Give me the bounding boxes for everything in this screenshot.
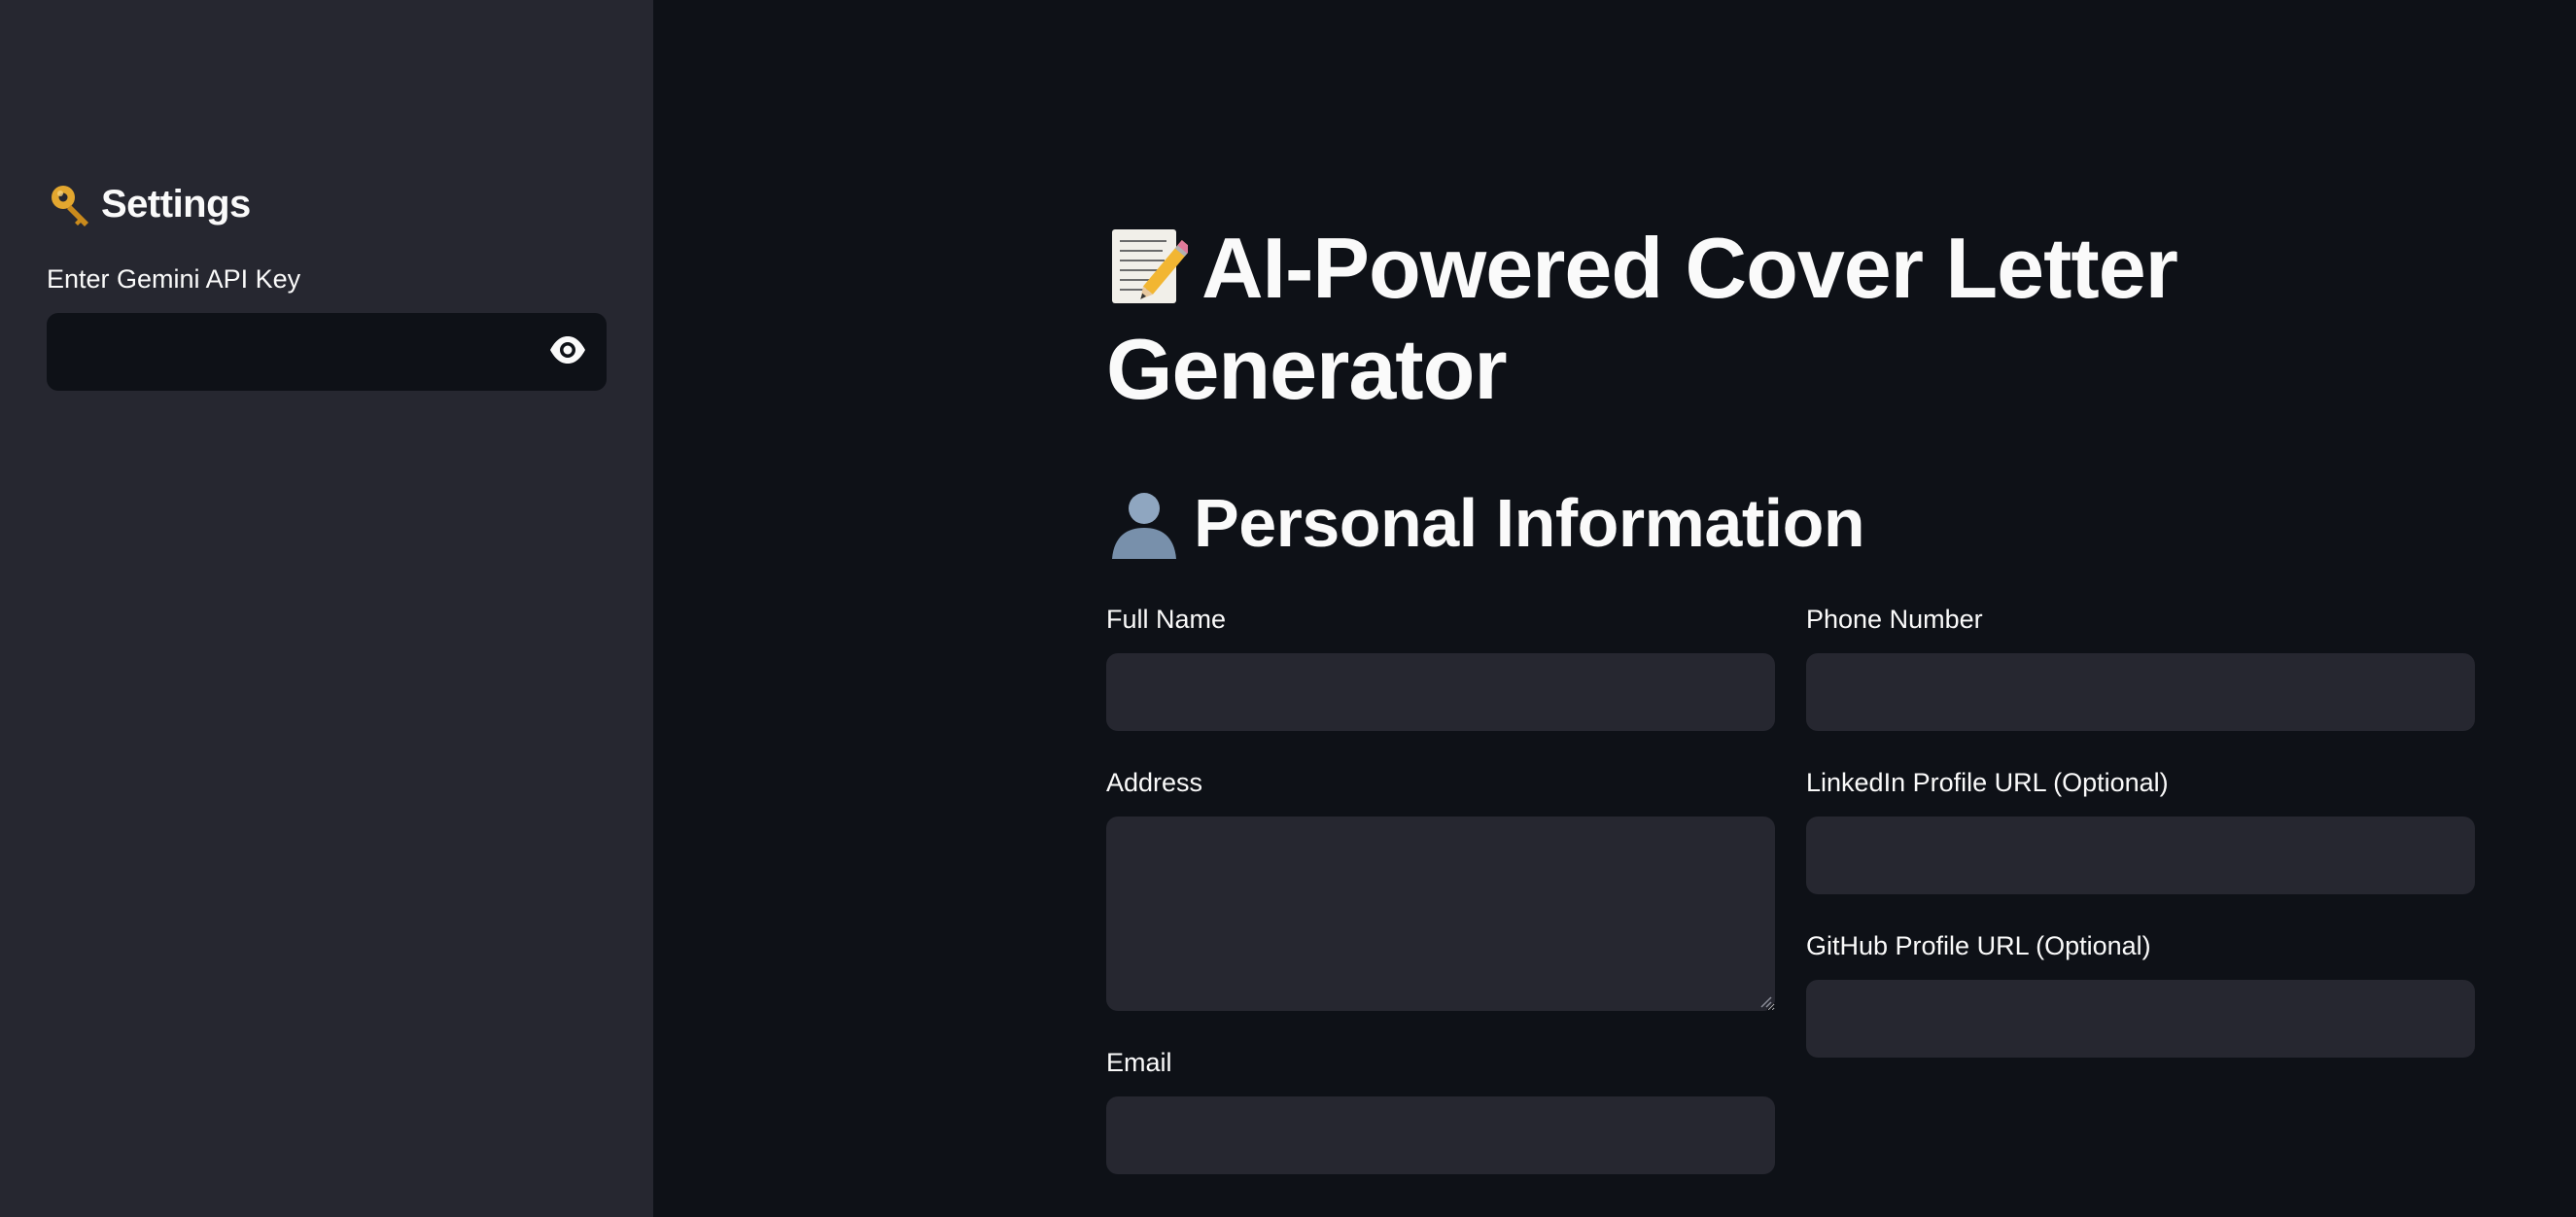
- address-textarea[interactable]: [1106, 817, 1775, 1011]
- phone-number-input[interactable]: [1806, 653, 2475, 731]
- api-key-label: Enter Gemini API Key: [47, 264, 301, 294]
- page-title: AI-Powered Cover Letter Generator: [1106, 218, 2273, 420]
- address-label: Address: [1106, 768, 1203, 797]
- full-name-label: Full Name: [1106, 605, 1227, 634]
- main-content: AI-Powered Cover Letter Generator Person…: [653, 0, 2576, 1217]
- app-root: Settings Enter Gemini API Key AI-Powered…: [0, 0, 2576, 1217]
- github-url-input[interactable]: [1806, 980, 2475, 1058]
- page-title-text: AI-Powered Cover Letter Generator: [1106, 220, 2178, 417]
- memo-icon: [1106, 226, 1192, 307]
- section-title-text: Personal Information: [1194, 485, 1865, 561]
- phone-number-label: Phone Number: [1806, 605, 1983, 634]
- full-name-input[interactable]: [1106, 653, 1775, 731]
- email-label: Email: [1106, 1048, 1172, 1077]
- toggle-visibility-button[interactable]: [529, 313, 607, 391]
- sidebar-title: Settings: [47, 177, 251, 231]
- api-key-input[interactable]: [47, 313, 529, 391]
- sidebar: Settings Enter Gemini API Key: [0, 0, 653, 1217]
- api-key-field: [47, 313, 607, 391]
- resize-handle-icon[interactable]: [1758, 993, 1773, 1009]
- sidebar-title-text: Settings: [101, 182, 251, 226]
- section-title: Personal Information: [1106, 482, 1865, 564]
- linkedin-url-label: LinkedIn Profile URL (Optional): [1806, 768, 2169, 797]
- linkedin-url-input[interactable]: [1806, 817, 2475, 894]
- person-silhouette-icon: [1106, 485, 1182, 561]
- key-icon: [47, 179, 97, 229]
- email-input[interactable]: [1106, 1096, 1775, 1174]
- github-url-label: GitHub Profile URL (Optional): [1806, 931, 2151, 960]
- eye-icon: [548, 330, 587, 374]
